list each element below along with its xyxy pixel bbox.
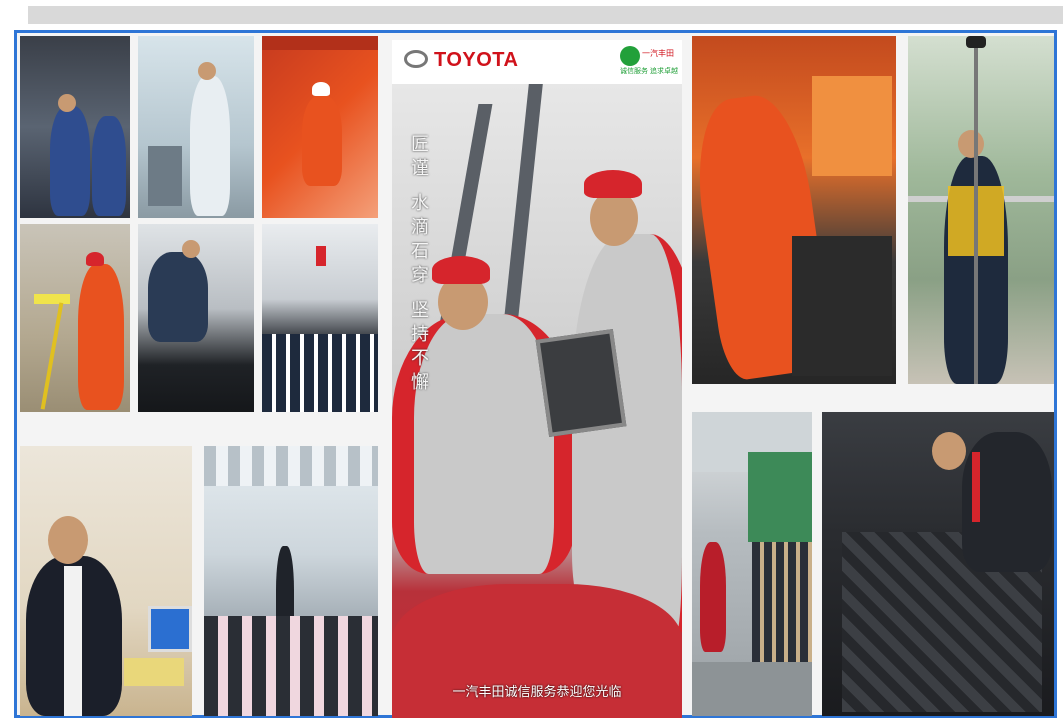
photo-orange-worker-at-machine <box>692 36 896 384</box>
photo-surveyor-with-tripod <box>20 224 130 412</box>
photo-man-in-suit-at-desk <box>20 446 192 716</box>
toyota-poster: TOYOTA 一汽丰田 诚信服务 追求卓越 匠谨 水滴石穿 坚持不懈 一汽丰田诚… <box>392 40 682 718</box>
photo-technician-at-equipment <box>138 36 254 218</box>
top-bar <box>28 6 1063 24</box>
badge-bottom-text: 诚信服务 追求卓越 <box>620 68 678 75</box>
service-badge: 一汽丰田 诚信服务 追求卓越 <box>620 46 678 76</box>
poster-caption: 一汽丰田诚信服务恭迎您光临 <box>452 684 622 699</box>
poster-vertical-slogan: 匠谨 水滴石穿 坚持不懈 <box>409 134 429 397</box>
photo-technician-engine-bay <box>138 224 254 412</box>
badge-top-text: 一汽丰田 <box>642 49 674 58</box>
photo-orange-workers-on-structure <box>262 36 378 218</box>
photo-lecture-in-glass-hall <box>204 446 378 716</box>
poster-brand-row: TOYOTA 一汽丰田 诚信服务 追求卓越 <box>392 40 682 84</box>
photo-workers-in-workshop <box>692 412 812 716</box>
photo-mechanics-under-vehicle <box>20 36 130 218</box>
photo-surveyor-on-balcony <box>908 36 1054 384</box>
badge-icon <box>620 46 640 66</box>
photo-mechanic-engine-closeup <box>822 412 1054 716</box>
toyota-brand-text: TOYOTA <box>434 49 519 71</box>
photo-audience-in-hall <box>262 224 378 412</box>
poster-photo: 匠谨 水滴石穿 坚持不懈 一汽丰田诚信服务恭迎您光临 <box>392 84 682 718</box>
toyota-logo-icon <box>404 50 428 68</box>
